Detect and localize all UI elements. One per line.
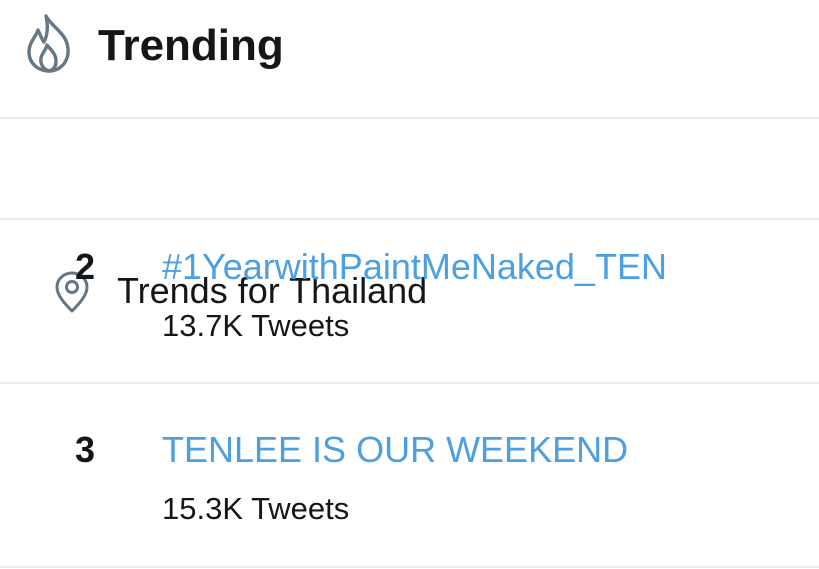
trend-tweet-count: 15.3K Tweets: [162, 491, 350, 526]
trend-rank: 3: [75, 429, 96, 470]
trending-panel: Trending Trends for Thailand 2 #1Yearwit…: [0, 0, 819, 569]
trending-header: Trending: [0, 0, 819, 118]
location-row[interactable]: Trends for Thailand: [0, 120, 819, 313]
trend-name-link[interactable]: TENLEE IS OUR WEEKEND: [162, 428, 628, 472]
page-title: Trending: [98, 21, 284, 70]
trend-item[interactable]: 3 TENLEE IS OUR WEEKEND 15.3K Tweets: [0, 384, 819, 566]
trend-tweet-count: 13.7K Tweets: [162, 308, 350, 343]
flame-icon: [27, 14, 70, 73]
divider: [0, 117, 819, 119]
divider: [0, 566, 819, 568]
trend-rank: 2: [75, 246, 96, 287]
trend-name-link[interactable]: #1YearwithPaintMeNaked_TEN: [162, 245, 667, 289]
trend-item[interactable]: 2 #1YearwithPaintMeNaked_TEN 13.7K Tweet…: [0, 220, 819, 382]
